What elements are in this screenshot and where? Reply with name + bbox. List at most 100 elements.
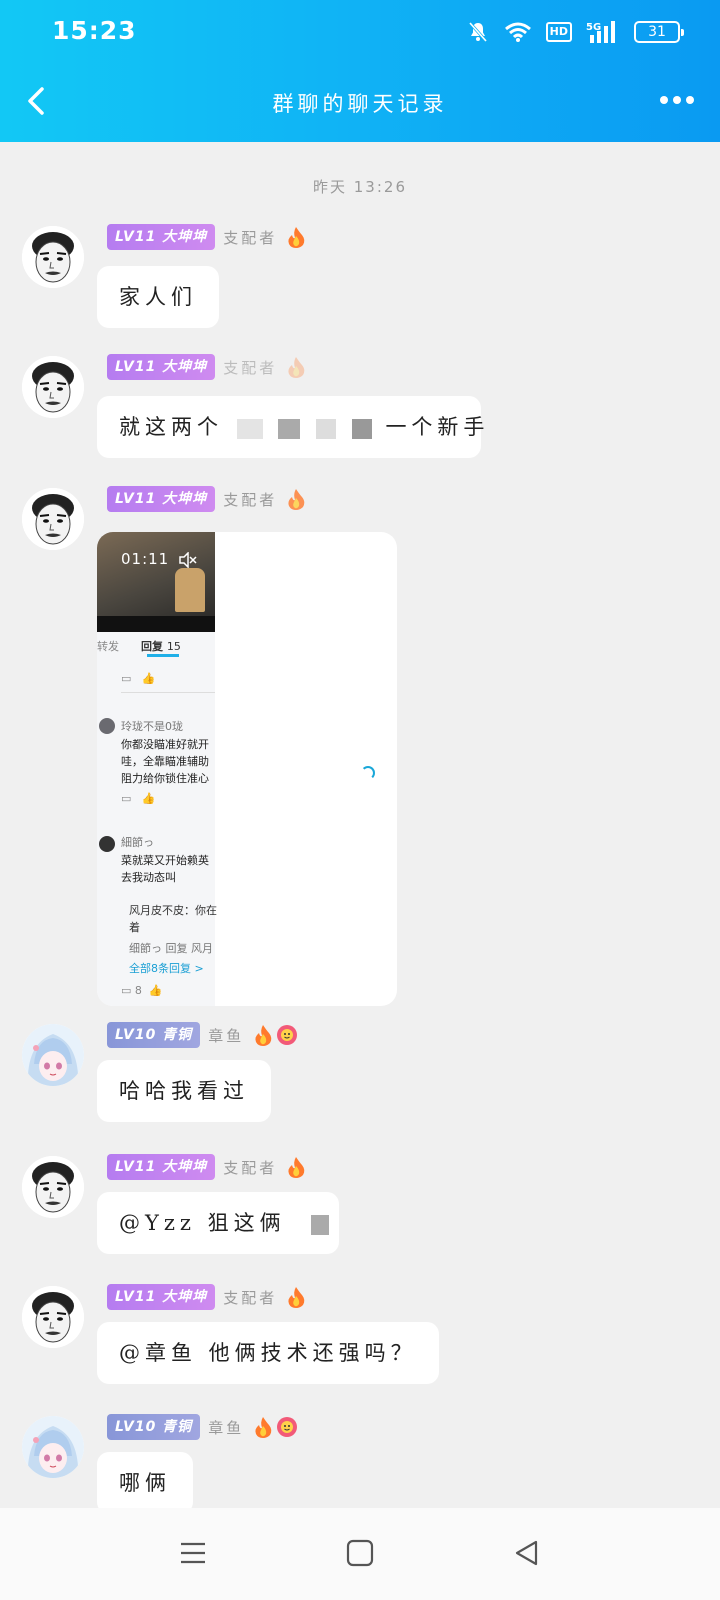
avatar[interactable]	[22, 1286, 84, 1348]
avatar[interactable]	[22, 1156, 84, 1218]
divider	[121, 692, 215, 693]
message-text-start: 就这两个	[119, 415, 223, 439]
system-nav-bar	[0, 1508, 720, 1600]
level-badge: LV11 大坤坤	[107, 1154, 216, 1180]
video-progress-bar	[97, 616, 215, 632]
message-item: LV10 青铜 章鱼 哈哈我看过	[0, 1022, 720, 1126]
status-icons: HD 5G 31	[466, 18, 684, 46]
flower-icon	[276, 1024, 298, 1046]
message-meta: LV11 大坤坤 支配者	[107, 1154, 307, 1180]
redacted-block	[236, 418, 263, 439]
status-time: 15:23	[52, 16, 137, 45]
reply-preview: 风月皮不皮：你在 着	[129, 904, 217, 934]
comment-avatar	[99, 718, 115, 734]
message-meta: LV10 青铜 章鱼	[107, 1414, 298, 1440]
sender-name[interactable]: 章鱼	[208, 1417, 244, 1438]
message-item: LV10 青铜 章鱼 哪俩	[0, 1414, 720, 1508]
view-all-replies: 全部8条回复 >	[129, 962, 204, 975]
avatar[interactable]	[22, 1024, 84, 1086]
message-bubble[interactable]: 哪俩	[97, 1452, 193, 1508]
fire-icon	[255, 1417, 272, 1438]
level-badge: LV11 大坤坤	[107, 224, 216, 250]
time-separator: 昨天 13:26	[313, 178, 407, 196]
loading-spinner-icon	[361, 766, 375, 780]
message-meta: LV11 大坤坤 支配者	[107, 354, 307, 380]
sender-name[interactable]: 支配者	[223, 227, 277, 248]
comment-actions: ▭ 👍	[121, 672, 156, 685]
avatar[interactable]	[22, 488, 84, 550]
fire-icon	[288, 357, 305, 378]
sender-name[interactable]: 支配者	[223, 1287, 277, 1308]
avatar[interactable]	[22, 1416, 84, 1478]
wifi-icon	[504, 22, 531, 42]
message-item: LV11 大坤坤 支配者 家人们	[0, 224, 720, 328]
flower-icon	[276, 1416, 298, 1438]
message-meta: LV10 青铜 章鱼	[107, 1022, 298, 1048]
5g-signal-icon: 5G	[586, 21, 615, 43]
message-item: LV11 大坤坤 支配者 01:11 转发 回复 15 ▭ 👍 玲珑不是0珑 你…	[0, 486, 720, 1012]
more-dot	[686, 96, 694, 104]
sender-name[interactable]: 章鱼	[208, 1025, 244, 1046]
mute-icon	[179, 552, 197, 568]
more-button[interactable]	[660, 96, 694, 104]
redacted-block	[316, 418, 337, 439]
menu-icon[interactable]	[178, 1538, 208, 1568]
message-bubble[interactable]: 家人们	[97, 266, 219, 328]
message-item: LV11 大坤坤 支配者 @Yzz 狙这俩	[0, 1154, 720, 1258]
message-item: LV11 大坤坤 支配者 @章鱼 他俩技术还强吗？	[0, 1284, 720, 1388]
level-badge: LV10 青铜	[107, 1414, 201, 1440]
message-meta: LV11 大坤坤 支配者	[107, 1284, 307, 1310]
level-badge: LV11 大坤坤	[107, 354, 216, 380]
comment-text: 菜就菜又开始赖英 去我动态叫	[121, 854, 209, 884]
back-triangle-icon[interactable]	[512, 1538, 542, 1568]
level-badge: LV10 青铜	[107, 1022, 201, 1048]
screenshot-preview: 01:11 转发 回复 15 ▭ 👍 玲珑不是0珑 你都没瞄准好就开 哇，全靠瞄…	[97, 532, 217, 1006]
more-dot	[660, 96, 668, 104]
message-item: LV11 大坤坤 支配者 就这两个 一个新手	[0, 354, 720, 458]
redacted-block	[351, 418, 372, 439]
redacted-block	[278, 418, 301, 439]
comment-actions: ▭ 8 👍	[121, 984, 163, 997]
message-bubble[interactable]: 就这两个 一个新手	[97, 396, 484, 458]
home-square-icon[interactable]	[345, 1538, 375, 1568]
message-bubble[interactable]: @Yzz 狙这俩	[97, 1192, 339, 1254]
message-meta: LV11 大坤坤 支配者	[107, 224, 307, 250]
mute-bell-icon	[468, 22, 487, 42]
video-character	[175, 568, 205, 612]
video-thumbnail: 01:11	[97, 532, 215, 616]
comment-name: 細節っ	[121, 836, 154, 849]
image-message[interactable]: 01:11 转发 回复 15 ▭ 👍 玲珑不是0珑 你都没瞄准好就开 哇，全靠瞄…	[97, 532, 397, 1006]
message-bubble[interactable]: 哈哈我看过	[97, 1060, 271, 1122]
avatar[interactable]	[22, 356, 84, 418]
sender-name[interactable]: 支配者	[223, 1157, 277, 1178]
fire-icon	[288, 489, 305, 510]
more-dot	[673, 96, 681, 104]
avatar[interactable]	[22, 226, 84, 288]
fire-icon	[255, 1025, 272, 1046]
sender-name[interactable]: 支配者	[223, 489, 277, 510]
fire-icon	[288, 227, 305, 248]
message-bubble[interactable]: @章鱼 他俩技术还强吗？	[97, 1322, 439, 1384]
message-text-end: 一个新手	[385, 415, 490, 439]
redacted-block	[311, 1214, 330, 1235]
video-time: 01:11	[121, 550, 170, 568]
page-title: 群聊的聊天记录	[272, 92, 448, 116]
level-badge: LV11 大坤坤	[107, 486, 216, 512]
sender-name[interactable]: 支配者	[223, 357, 277, 378]
comment-text: 你都没瞄准好就开 哇，全靠瞄准辅助 阻力给你锁住准心	[121, 738, 209, 785]
battery-icon: 31	[634, 21, 684, 43]
message-text: @Yzz 狙这俩	[119, 1211, 286, 1235]
comment-actions: ▭ 👍	[121, 792, 156, 805]
comment-name: 玲珑不是0珑	[121, 720, 183, 733]
like-count: 8	[134, 984, 142, 997]
reply-line: 细節っ 回复 风月	[129, 942, 213, 955]
top-bar: 15:23 HD 5G 31 群聊的聊天记录	[0, 0, 720, 142]
tab-replies: 回复 15	[141, 638, 181, 654]
fire-icon	[288, 1157, 305, 1178]
comment-avatar	[99, 836, 115, 852]
tab-replies-label: 回复	[141, 640, 163, 653]
tab-forward: 转发	[97, 640, 119, 653]
fire-icon	[288, 1287, 305, 1308]
level-badge: LV11 大坤坤	[107, 1284, 216, 1310]
replies-count: 15	[166, 640, 181, 653]
